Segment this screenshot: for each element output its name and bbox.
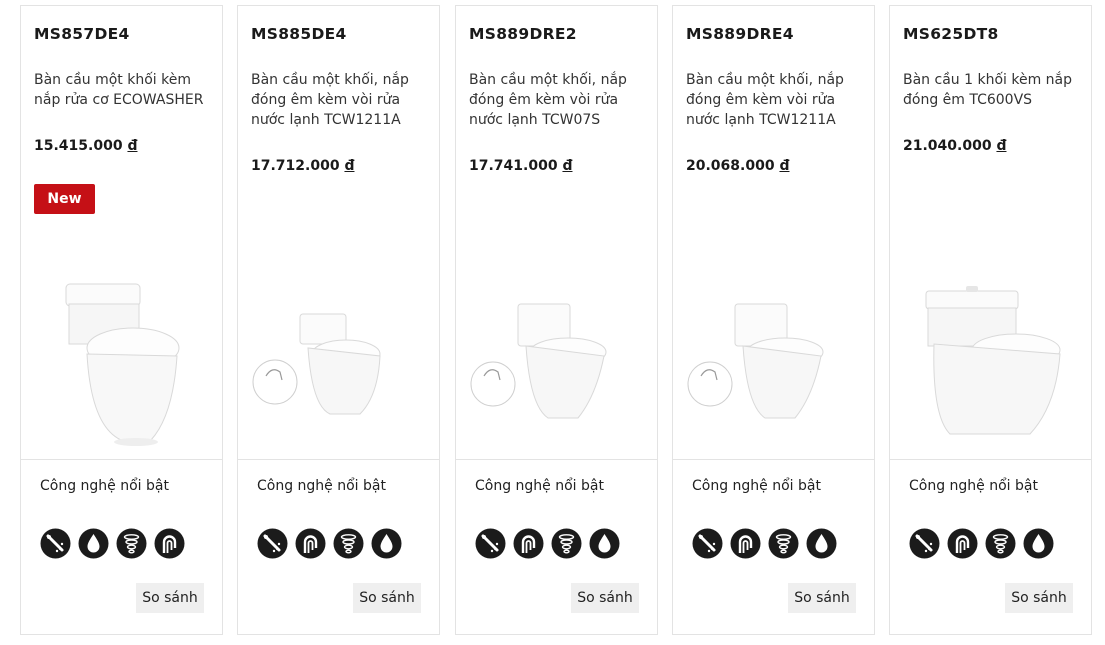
swirl-flush-icon (116, 528, 147, 559)
compare-button[interactable]: So sánh (353, 583, 421, 613)
product-info: MS625DT8 Bàn cầu 1 khối kèm nắp đóng êm … (890, 6, 1091, 459)
water-drop-icon (589, 528, 620, 559)
features-title: Công nghệ nổi bật (40, 478, 169, 494)
swirl-flush-icon (333, 528, 364, 559)
product-image[interactable] (890, 256, 1093, 456)
nozzle-icon (909, 528, 940, 559)
water-drop-icon (78, 528, 109, 559)
water-drop-icon (371, 528, 402, 559)
divider (21, 459, 222, 460)
nozzle-icon (257, 528, 288, 559)
feature-icons (909, 528, 1054, 559)
product-code[interactable]: MS889DRE4 (686, 25, 794, 43)
swirl-flush-icon (768, 528, 799, 559)
feature-icons (40, 528, 185, 559)
features-title: Công nghệ nổi bật (909, 478, 1038, 494)
water-drop-icon (1023, 528, 1054, 559)
faucet-icon (947, 528, 978, 559)
divider (238, 459, 439, 460)
product-card-ms889dre4[interactable]: MS889DRE4 Bàn cầu một khối, nắp đóng êm … (672, 5, 875, 635)
product-info: MS889DRE4 Bàn cầu một khối, nắp đóng êm … (673, 6, 874, 459)
swirl-flush-icon (985, 528, 1016, 559)
product-info: MS885DE4 Bàn cầu một khối, nắp đóng êm k… (238, 6, 439, 459)
product-info: MS889DRE2 Bàn cầu một khối, nắp đóng êm … (456, 6, 657, 459)
toilet-image (65, 283, 180, 446)
product-description: Bàn cầu một khối kèm nắp rửa cơ ECOWASHE… (34, 72, 204, 108)
product-image[interactable] (238, 256, 441, 456)
new-badge: New (34, 184, 95, 214)
toilet-image (687, 303, 824, 419)
faucet-icon (295, 528, 326, 559)
toilet-image (252, 313, 381, 415)
product-card-ms625dt8[interactable]: MS625DT8 Bàn cầu 1 khối kèm nắp đóng êm … (889, 5, 1092, 635)
nozzle-icon (40, 528, 71, 559)
product-price: 15.415.000 đ (34, 138, 138, 154)
compare-button[interactable]: So sánh (788, 583, 856, 613)
product-info: MS857DE4 Bàn cầu một khối kèm nắp rửa cơ… (21, 6, 222, 459)
product-code[interactable]: MS885DE4 (251, 25, 347, 43)
nozzle-icon (475, 528, 506, 559)
features-title: Công nghệ nổi bật (475, 478, 604, 494)
divider (673, 459, 874, 460)
features-title: Công nghệ nổi bật (257, 478, 386, 494)
product-description: Bàn cầu một khối, nắp đóng êm kèm vòi rử… (251, 72, 409, 128)
product-price: 17.712.000 đ (251, 158, 355, 174)
feature-icons (475, 528, 620, 559)
product-code[interactable]: MS889DRE2 (469, 25, 577, 43)
swirl-flush-icon (551, 528, 582, 559)
product-price: 21.040.000 đ (903, 138, 1007, 154)
compare-button[interactable]: So sánh (1005, 583, 1073, 613)
compare-button[interactable]: So sánh (136, 583, 204, 613)
product-image[interactable] (456, 256, 659, 456)
faucet-icon (730, 528, 761, 559)
feature-icons (257, 528, 402, 559)
water-drop-icon (806, 528, 837, 559)
toilet-image (470, 303, 607, 419)
features-title: Công nghệ nổi bật (692, 478, 821, 494)
nozzle-icon (692, 528, 723, 559)
feature-icons (692, 528, 837, 559)
product-card-ms857de4[interactable]: MS857DE4 Bàn cầu một khối kèm nắp rửa cơ… (20, 5, 223, 635)
compare-button[interactable]: So sánh (571, 583, 639, 613)
toilet-image (925, 286, 1061, 435)
divider (456, 459, 657, 460)
product-code[interactable]: MS625DT8 (903, 25, 999, 43)
faucet-icon (513, 528, 544, 559)
product-code[interactable]: MS857DE4 (34, 25, 130, 43)
product-image[interactable] (21, 256, 224, 456)
divider (890, 459, 1091, 460)
product-card-ms889dre2[interactable]: MS889DRE2 Bàn cầu một khối, nắp đóng êm … (455, 5, 658, 635)
product-image[interactable] (673, 256, 876, 456)
faucet-icon (154, 528, 185, 559)
product-price: 20.068.000 đ (686, 158, 790, 174)
product-description: Bàn cầu một khối, nắp đóng êm kèm vòi rử… (469, 72, 627, 128)
product-description: Bàn cầu một khối, nắp đóng êm kèm vòi rử… (686, 72, 844, 128)
product-description: Bàn cầu 1 khối kèm nắp đóng êm TC600VS (903, 72, 1072, 108)
product-card-ms885de4[interactable]: MS885DE4 Bàn cầu một khối, nắp đóng êm k… (237, 5, 440, 635)
product-price: 17.741.000 đ (469, 158, 573, 174)
